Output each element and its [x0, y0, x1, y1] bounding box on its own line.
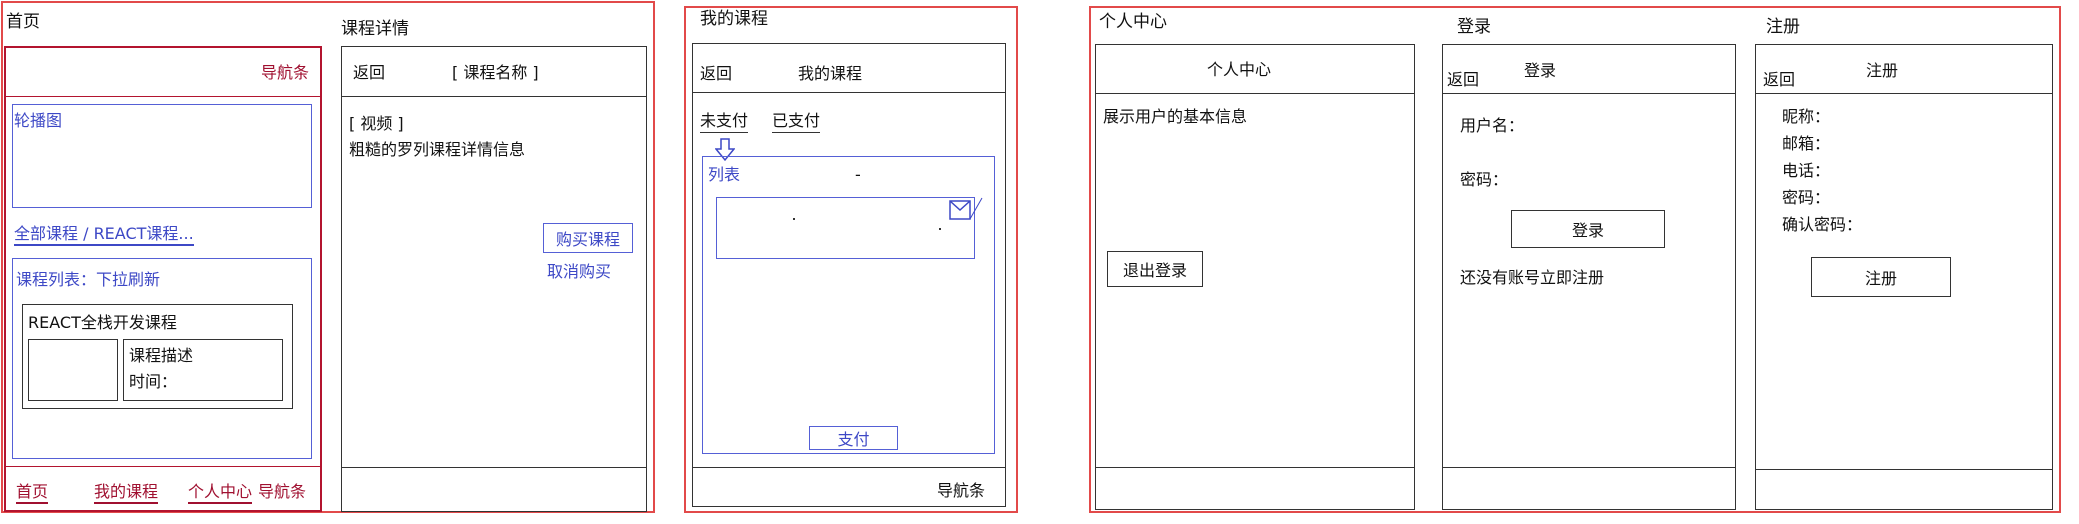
login-header-divider — [1443, 93, 1735, 94]
my-courses-header-divider — [693, 92, 1005, 93]
my-courses-list-item[interactable] — [716, 197, 975, 259]
register-field-phone: 电话： — [1782, 161, 1831, 180]
dot-mark — [939, 228, 941, 230]
register-field-nickname: 昵称： — [1782, 107, 1831, 126]
register-submit-button[interactable]: 注册 — [1811, 257, 1951, 297]
detail-header-divider — [342, 96, 646, 97]
my-courses-list-dash: - — [855, 165, 861, 184]
my-courses-header: 我的课程 — [798, 64, 863, 83]
pay-button[interactable]: 支付 — [809, 426, 898, 450]
register-back-button[interactable]: 返回 — [1763, 70, 1795, 89]
detail-buy-button[interactable]: 购买课程 — [543, 223, 633, 253]
detail-back-button[interactable]: 返回 — [353, 63, 385, 82]
detail-bottom-divider — [342, 467, 646, 468]
home-bottom-nav-home[interactable]: 首页 — [16, 482, 49, 505]
detail-course-name: [ 课程名称 ] — [452, 63, 539, 82]
register-panel-title: 注册 — [1766, 17, 1800, 37]
register-header-divider — [1756, 93, 2052, 94]
register-field-password: 密码： — [1782, 188, 1831, 207]
home-course-thumbnail — [28, 339, 118, 401]
detail-info: 粗糙的罗列课程详情信息 — [349, 140, 526, 159]
profile-info: 展示用户的基本信息 — [1103, 107, 1248, 126]
home-course-card-name: REACT全栈开发课程 — [28, 313, 177, 332]
register-header: 注册 — [1866, 61, 1899, 80]
home-top-nav[interactable]: 导航条 — [261, 63, 309, 82]
login-back-button[interactable]: 返回 — [1447, 70, 1479, 89]
my-courses-bottom-nav[interactable]: 导航条 — [937, 481, 985, 500]
tab-paid[interactable]: 已支付 — [772, 111, 821, 134]
detail-video[interactable]: [ 视频 ] — [349, 114, 404, 133]
profile-panel-title: 个人中心 — [1099, 12, 1167, 32]
home-bottom-nav-profile[interactable]: 个人中心 — [188, 482, 253, 505]
profile-header: 个人中心 — [1207, 60, 1272, 79]
my-courses-bottom-divider — [693, 467, 1005, 468]
tab-unpaid[interactable]: 未支付 — [700, 111, 749, 134]
login-username-label: 用户名： — [1460, 116, 1525, 135]
register-field-email: 邮箱： — [1782, 134, 1831, 153]
my-courses-back-button[interactable]: 返回 — [700, 64, 732, 83]
detail-cancel-link[interactable]: 取消购买 — [547, 262, 611, 281]
dot-mark — [793, 218, 795, 220]
checkbox-icon — [949, 197, 983, 220]
home-nav-divider — [5, 96, 321, 97]
logout-button[interactable]: 退出登录 — [1107, 251, 1203, 287]
home-bottom-nav-label: 导航条 — [258, 482, 307, 501]
profile-header-divider — [1096, 93, 1414, 94]
home-category-link[interactable]: 全部课程 / REACT课程... — [14, 224, 194, 247]
my-courses-list-label: 列表 — [708, 165, 741, 184]
login-password-label: 密码： — [1460, 170, 1509, 189]
register-bottom-divider — [1756, 469, 2052, 470]
my-courses-panel-title: 我的课程 — [700, 9, 768, 29]
home-course-time: 时间： — [129, 372, 178, 391]
home-course-desc: 课程描述 — [129, 346, 194, 365]
home-carousel-label: 轮播图 — [14, 111, 63, 130]
home-bottom-nav-my-courses[interactable]: 我的课程 — [94, 482, 159, 505]
profile-bottom-divider — [1096, 467, 1414, 468]
register-field-confirm-password: 确认密码： — [1782, 215, 1863, 234]
home-panel-title: 首页 — [6, 12, 40, 32]
home-course-list-title: 课程列表：下拉刷新 — [16, 270, 161, 289]
detail-panel-title: 课程详情 — [341, 19, 409, 39]
login-header: 登录 — [1524, 61, 1557, 80]
home-bottom-divider — [5, 466, 321, 467]
login-bottom-divider — [1443, 467, 1735, 468]
login-submit-button[interactable]: 登录 — [1511, 210, 1665, 248]
login-register-link[interactable]: 还没有账号立即注册 — [1460, 268, 1604, 287]
login-panel-title: 登录 — [1457, 17, 1491, 37]
